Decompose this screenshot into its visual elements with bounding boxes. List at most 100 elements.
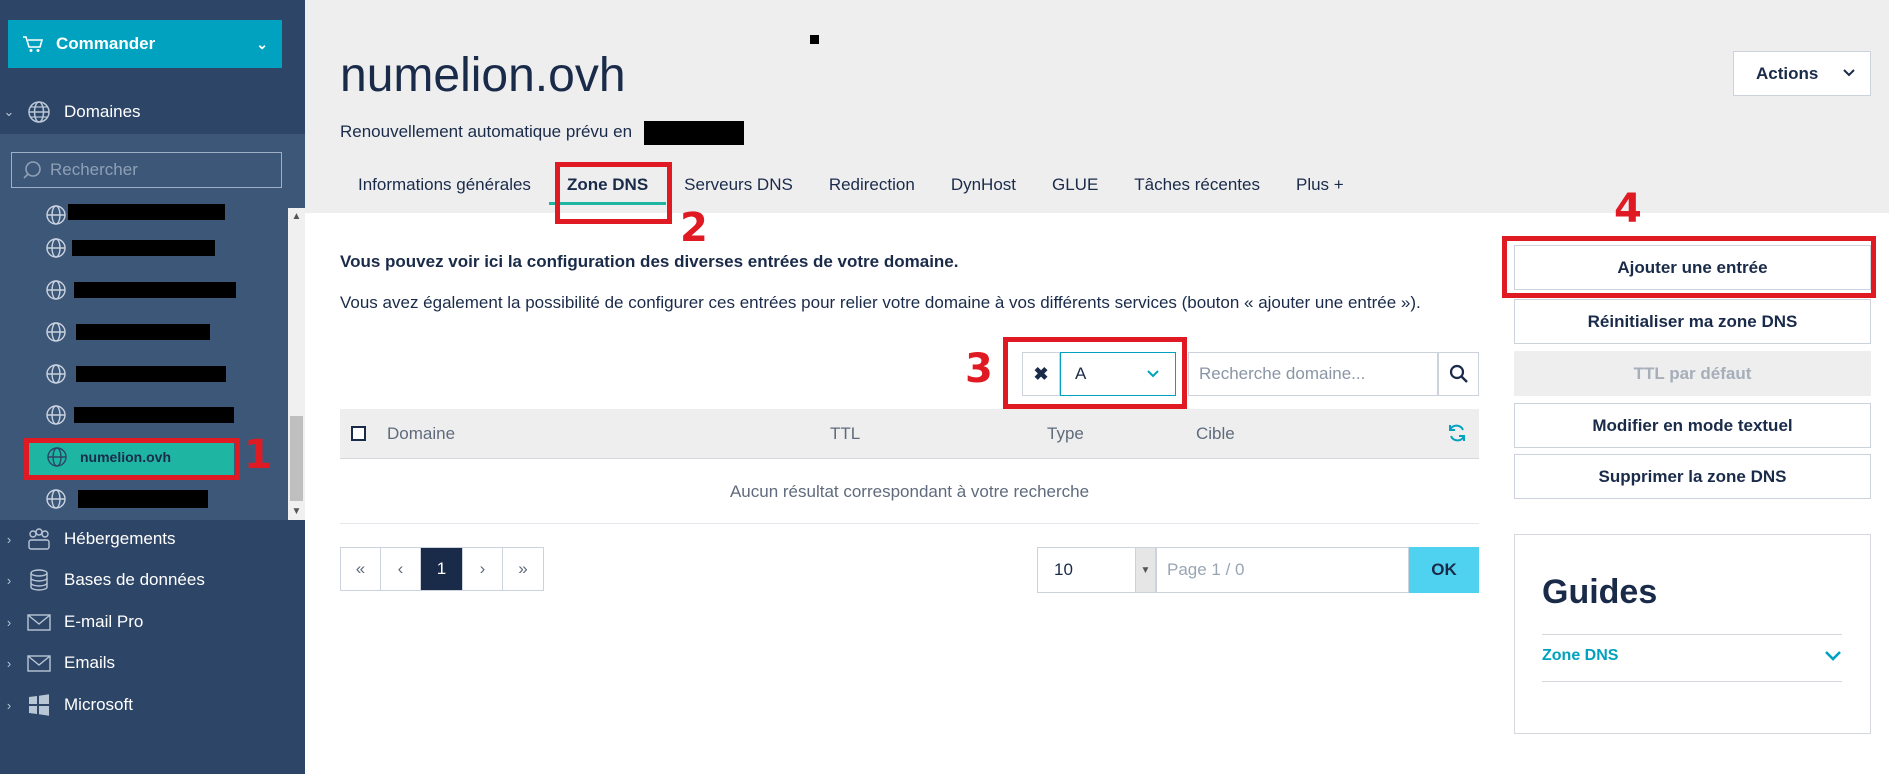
redacted-block xyxy=(68,204,225,220)
tab-redirection[interactable]: Redirection xyxy=(811,165,933,205)
tab-dns-servers[interactable]: Serveurs DNS xyxy=(666,165,811,205)
table-header: Domaine TTL Type Cible xyxy=(340,409,1479,459)
column-header-type[interactable]: Type xyxy=(1047,424,1084,444)
actions-button[interactable]: Actions xyxy=(1733,51,1871,96)
sidebar-search-placeholder: Rechercher xyxy=(50,160,138,179)
renewal-text: Renouvellement automatique prévu en xyxy=(340,122,633,141)
tab-dynhost[interactable]: DynHost xyxy=(933,165,1034,205)
actions-label: Actions xyxy=(1756,63,1819,83)
domain-list-item[interactable] xyxy=(0,228,288,268)
guide-item-dns-zone[interactable]: Zone DNS xyxy=(1542,647,1842,665)
redacted-block xyxy=(76,366,226,382)
page-number-input[interactable]: Page 1 / 0 xyxy=(1156,547,1409,593)
sidebar-item-label: Emails xyxy=(64,653,116,672)
globe-icon xyxy=(46,280,66,300)
chevron-right-icon: › xyxy=(6,614,12,630)
sidebar-item-email-pro[interactable]: › E-mail Pro xyxy=(0,602,305,642)
domain-list-item[interactable] xyxy=(0,354,288,394)
domain-search-button[interactable] xyxy=(1438,352,1479,396)
globe-icon xyxy=(28,101,50,123)
sidebar-item-label: Domaines xyxy=(64,102,141,121)
page-number-placeholder: Page 1 / 0 xyxy=(1167,560,1245,579)
select-all-checkbox[interactable] xyxy=(351,426,366,441)
sidebar-item-label: Bases de données xyxy=(64,570,205,589)
last-page-button[interactable]: » xyxy=(503,548,543,590)
tab-recent-tasks[interactable]: Tâches récentes xyxy=(1116,165,1278,205)
chevron-right-icon: › xyxy=(6,531,12,547)
refresh-icon[interactable] xyxy=(1447,423,1467,443)
redacted-block xyxy=(72,240,215,256)
search-icon xyxy=(23,161,41,179)
column-header-ttl[interactable]: TTL xyxy=(830,424,860,444)
page-title: numelion.ovh xyxy=(340,49,626,102)
order-button[interactable]: Commander ⌄ xyxy=(8,20,282,68)
chevron-down-icon xyxy=(1843,69,1855,77)
annotation-number-2: 2 xyxy=(680,205,708,251)
sidebar-item-hosting[interactable]: › Hébergements xyxy=(0,519,305,559)
divider xyxy=(1542,681,1842,682)
annotation-box-3 xyxy=(1003,337,1187,409)
tab-glue[interactable]: GLUE xyxy=(1034,165,1116,205)
sidebar-item-domains[interactable]: ⌄ Domaines xyxy=(0,92,305,132)
current-page-button[interactable]: 1 xyxy=(421,548,463,590)
sidebar-item-microsoft[interactable]: › Microsoft xyxy=(0,685,305,725)
column-header-target[interactable]: Cible xyxy=(1196,424,1235,444)
column-header-domain[interactable]: Domaine xyxy=(387,424,455,444)
globe-icon xyxy=(46,238,66,258)
scroll-up-icon[interactable]: ▲ xyxy=(288,208,305,225)
sidebar-item-label: Microsoft xyxy=(64,695,133,714)
globe-icon xyxy=(46,364,66,384)
intro-text: Vous avez également la possibilité de co… xyxy=(340,293,1421,312)
scroll-down-icon[interactable]: ▼ xyxy=(288,503,305,520)
mail-icon xyxy=(27,655,51,672)
sidebar-item-label: E-mail Pro xyxy=(64,612,144,631)
domain-search-placeholder: Recherche domaine... xyxy=(1199,364,1366,383)
globe-icon xyxy=(46,205,66,225)
sidebar-item-databases[interactable]: › Bases de données xyxy=(0,560,305,600)
per-page-select[interactable]: 10 ▼ xyxy=(1037,547,1156,593)
chevron-down-icon xyxy=(1825,651,1841,661)
guide-item-label: Zone DNS xyxy=(1542,647,1619,664)
globe-icon xyxy=(46,405,66,425)
annotation-box-1 xyxy=(24,438,240,480)
next-page-button[interactable]: › xyxy=(463,548,503,590)
redacted-block xyxy=(76,324,210,340)
tab-general-info[interactable]: Informations générales xyxy=(340,165,549,205)
annotation-box-2 xyxy=(555,162,672,224)
annotation-number-3: 3 xyxy=(965,346,993,392)
tab-more[interactable]: Plus + xyxy=(1278,165,1362,205)
chevron-right-icon: › xyxy=(6,697,12,713)
divider xyxy=(1542,634,1842,635)
scrollbar-thumb[interactable] xyxy=(290,416,303,501)
redacted-block xyxy=(74,407,234,423)
ok-button[interactable]: OK xyxy=(1409,547,1479,593)
domain-search-input[interactable]: Recherche domaine... xyxy=(1188,352,1438,396)
guides-panel: Guides Zone DNS xyxy=(1514,534,1871,734)
database-icon xyxy=(30,569,48,591)
prev-page-button[interactable]: ‹ xyxy=(381,548,421,590)
redacted-block xyxy=(78,490,208,508)
cart-icon xyxy=(23,36,44,52)
domain-list-item[interactable] xyxy=(0,395,288,435)
annotation-number-4: 4 xyxy=(1614,186,1642,232)
per-page-value: 10 xyxy=(1054,560,1073,579)
sidebar-search-input[interactable]: Rechercher xyxy=(11,152,282,188)
delete-dns-zone-button[interactable]: Supprimer la zone DNS xyxy=(1514,454,1871,499)
sidebar-item-emails[interactable]: › Emails xyxy=(0,643,305,683)
first-page-button[interactable]: « xyxy=(341,548,381,590)
sidebar-scrollbar[interactable]: ▲ ▼ xyxy=(288,208,305,520)
redacted-block xyxy=(74,282,236,298)
domain-list-item[interactable] xyxy=(0,479,288,519)
empty-table-message: Aucun résultat correspondant à votre rec… xyxy=(340,460,1479,524)
sidebar-item-label: Hébergements xyxy=(64,529,176,548)
windows-icon xyxy=(29,694,49,716)
sidebar: Commander ⌄ ⌄ Domaines Rechercher numeli… xyxy=(0,0,305,774)
reset-dns-zone-button[interactable]: Réinitialiser ma zone DNS xyxy=(1514,299,1871,344)
annotation-box-4 xyxy=(1502,236,1876,298)
chevron-right-icon: › xyxy=(6,572,12,588)
default-ttl-button[interactable]: TTL par défaut xyxy=(1514,351,1871,396)
domain-list-item[interactable] xyxy=(0,270,288,310)
domain-list-item[interactable] xyxy=(0,312,288,352)
globe-icon xyxy=(46,489,66,509)
text-mode-button[interactable]: Modifier en mode textuel xyxy=(1514,403,1871,448)
